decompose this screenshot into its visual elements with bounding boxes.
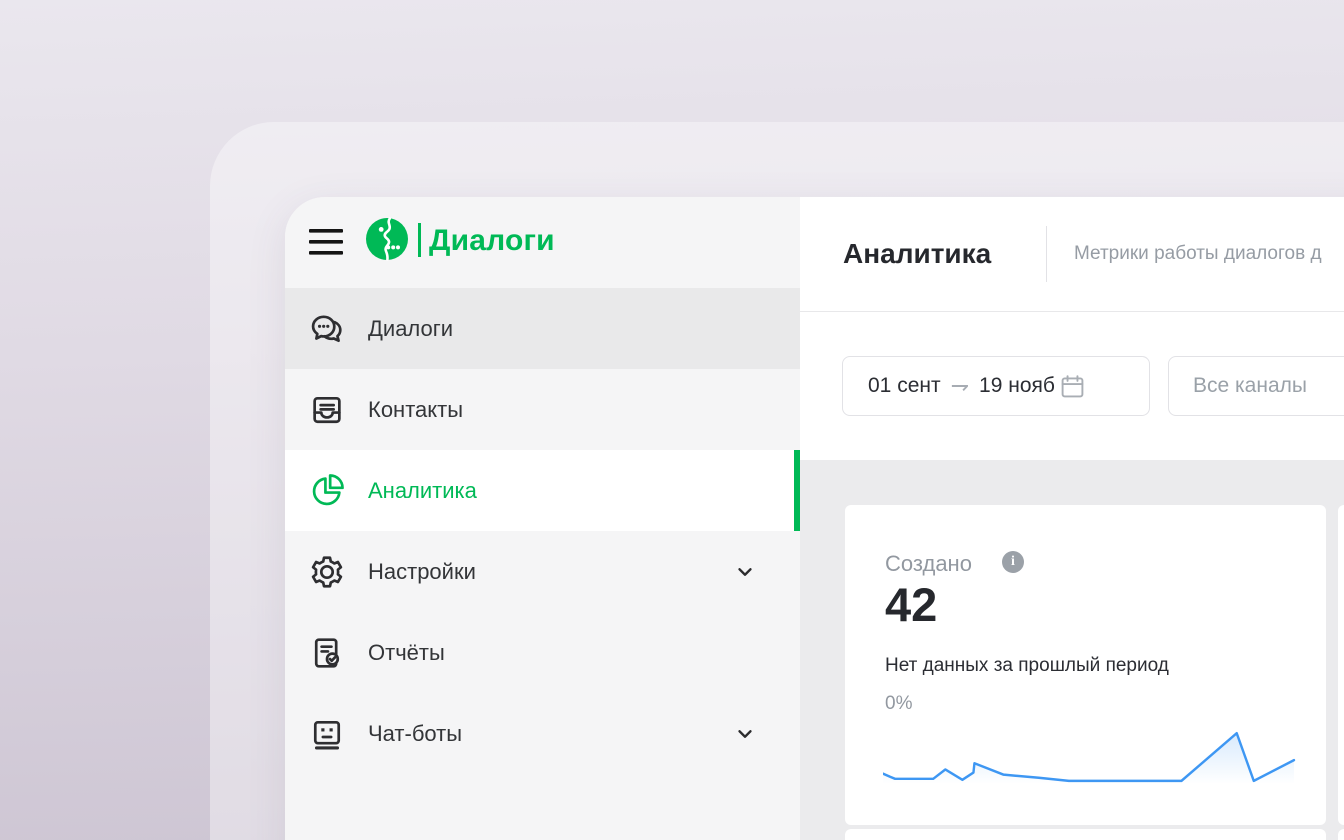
date-range-picker[interactable]: 01 сент ⇁ 19 нояб [842,356,1150,416]
filter-bar: 01 сент ⇁ 19 нояб Все каналы [800,312,1344,460]
hamburger-icon [308,224,346,260]
contacts-icon [308,391,346,429]
main-content: Аналитика Метрики работы диалогов д 01 с… [800,197,1344,840]
robot-icon [308,715,346,753]
dashboard-grid: Создано 42 Нет данных за прошлый период … [800,460,1344,840]
chevron-down-icon [734,723,756,745]
kpi-card-partial-right [1338,505,1344,825]
menu-toggle-button[interactable] [308,224,346,260]
channels-value: Все каналы [1193,374,1307,398]
calendar-icon [1059,373,1086,400]
kpi-value: 42 [885,577,937,632]
page-header: Аналитика Метрики работы диалогов д [800,197,1344,312]
sidebar-item-otchety[interactable]: Отчёты [285,612,800,693]
page-title: Аналитика [843,238,991,270]
sidebar-item-label: Настройки [368,559,476,585]
header-divider [1046,226,1047,282]
report-icon [308,634,346,672]
kpi-card-partial-bottom [845,829,1326,840]
sidebar-item-label: Диалоги [368,316,453,342]
kpi-percent: 0% [885,693,912,715]
info-icon[interactable] [1002,551,1024,573]
sidebar-nav: Диалоги Контакты [285,288,800,774]
sidebar-item-chat-boty[interactable]: Чат-боты [285,693,800,774]
gear-icon [308,553,346,591]
sidebar-header: Диалоги [285,197,800,288]
sidebar-item-label: Аналитика [368,478,477,504]
kpi-comparison-note: Нет данных за прошлый период [885,655,1169,677]
app-title: Диалоги [429,224,555,258]
sidebar-item-label: Чат-боты [368,721,462,747]
megafon-logo-icon [365,217,409,261]
pie-chart-icon [308,472,346,510]
logo-divider [418,223,421,257]
sidebar-item-dialogi[interactable]: Диалоги [285,288,800,369]
kpi-card-created: Создано 42 Нет данных за прошлый период … [845,505,1326,825]
chat-icon [308,310,346,348]
sidebar-item-analitika[interactable]: Аналитика [285,450,800,531]
channels-select[interactable]: Все каналы [1168,356,1344,416]
app-window: Диалоги Диалоги [285,197,1344,840]
sidebar-item-kontakty[interactable]: Контакты [285,369,800,450]
kpi-label: Создано [885,551,972,577]
sidebar: Диалоги Диалоги [285,197,800,840]
desktop-background: Диалоги Диалоги [0,0,1344,840]
kpi-card-partial-bottom-right [1338,829,1344,840]
date-start: 01 сент [868,374,941,398]
sparkline-chart [883,728,1297,784]
sparkline-area [883,733,1294,784]
page-subtitle: Метрики работы диалогов д [1074,243,1322,265]
sidebar-item-label: Контакты [368,397,463,423]
sidebar-item-label: Отчёты [368,640,445,666]
date-arrow-icon: ⇁ [951,373,969,399]
chevron-down-icon [734,561,756,583]
sidebar-item-nastroyki[interactable]: Настройки [285,531,800,612]
date-end: 19 нояб [979,374,1055,398]
